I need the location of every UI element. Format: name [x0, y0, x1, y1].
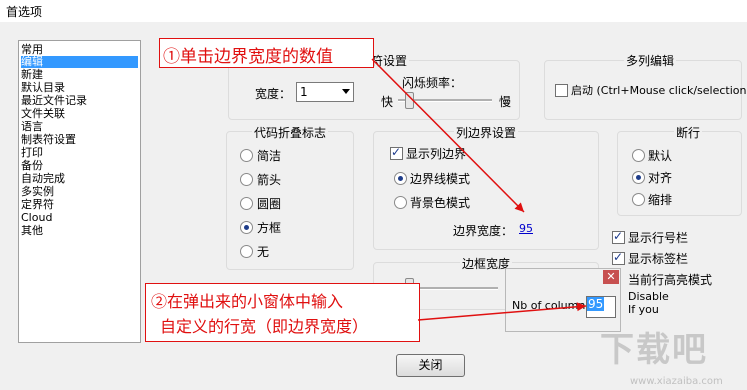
watermark-logo: 下载吧	[600, 330, 708, 370]
arrow-to-edge-width	[371, 58, 525, 213]
arrow-to-popup-input	[417, 302, 587, 321]
watermark-url: www.xiazaiba.com	[630, 376, 723, 387]
close-button[interactable]: 关闭	[396, 354, 465, 377]
